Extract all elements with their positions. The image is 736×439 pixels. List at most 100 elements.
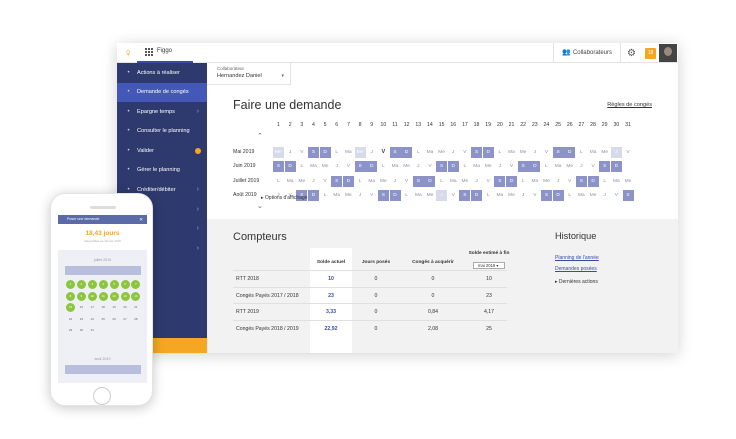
- phone-day[interactable]: 8: [66, 291, 75, 301]
- day-cell[interactable]: L: [273, 176, 284, 187]
- day-cell[interactable]: S: [436, 161, 448, 173]
- day-cell[interactable]: D: [587, 175, 599, 187]
- day-cell[interactable]: J: [436, 190, 448, 202]
- day-cell[interactable]: S: [540, 190, 552, 202]
- day-cell[interactable]: V: [564, 176, 575, 187]
- day-cell[interactable]: Me: [564, 161, 575, 172]
- day-cell[interactable]: D: [401, 146, 413, 158]
- day-cell[interactable]: Ma: [343, 147, 354, 158]
- phone-day[interactable]: 15: [66, 303, 75, 312]
- phone-day[interactable]: 23: [77, 315, 86, 324]
- day-cell[interactable]: J: [448, 147, 459, 158]
- sidebar-item[interactable]: • Actions à réaliser: [117, 63, 207, 83]
- cell-solde[interactable]: 3,33: [310, 309, 352, 315]
- day-cell[interactable]: J: [355, 190, 366, 201]
- phone-day[interactable]: 3: [87, 280, 97, 289]
- day-cell[interactable]: S: [471, 146, 483, 158]
- day-cell[interactable]: Me: [518, 147, 529, 158]
- day-cell[interactable]: S: [389, 146, 401, 158]
- home-button[interactable]: [93, 387, 111, 405]
- day-cell[interactable]: S: [354, 161, 366, 173]
- day-cell[interactable]: D: [482, 146, 494, 158]
- day-cell[interactable]: Ma: [366, 176, 377, 187]
- day-cell[interactable]: J: [576, 161, 587, 172]
- day-cell[interactable]: J: [471, 176, 482, 187]
- day-cell[interactable]: V: [483, 176, 494, 187]
- day-cell[interactable]: V: [320, 176, 331, 187]
- day-cell[interactable]: V: [506, 161, 517, 172]
- day-cell[interactable]: V: [448, 190, 459, 201]
- day-cell[interactable]: D: [529, 161, 541, 173]
- day-cell[interactable]: Ma: [390, 161, 401, 172]
- phone-day[interactable]: 29: [66, 326, 75, 335]
- gear-icon[interactable]: ⚙: [620, 43, 642, 63]
- day-cell[interactable]: D: [307, 190, 319, 202]
- day-cell[interactable]: L: [320, 190, 331, 201]
- phone-day[interactable]: 28: [131, 315, 140, 324]
- day-cell[interactable]: Me: [273, 146, 284, 158]
- collaborator-select[interactable]: Collaborateur Hernandez Daniel ▾: [207, 63, 291, 85]
- day-cell[interactable]: J: [553, 176, 564, 187]
- day-cell[interactable]: S: [331, 175, 343, 187]
- day-cell[interactable]: L: [331, 147, 342, 158]
- day-cell[interactable]: Ma: [471, 161, 482, 172]
- day-cell[interactable]: Me: [436, 147, 447, 158]
- phone-day[interactable]: 9: [76, 291, 86, 301]
- day-cell[interactable]: J: [610, 146, 622, 158]
- sidebar-item[interactable]: • Consulter le planning: [117, 122, 207, 142]
- day-cell[interactable]: Ma: [308, 161, 319, 172]
- cell-solde[interactable]: 10: [310, 276, 352, 282]
- day-cell[interactable]: V: [343, 161, 354, 172]
- notification-badge[interactable]: 18: [645, 47, 656, 59]
- sidebar-item[interactable]: • Epargne temps ›: [117, 102, 207, 122]
- day-cell[interactable]: L: [576, 147, 587, 158]
- phone-day[interactable]: 6: [120, 280, 130, 289]
- day-cell[interactable]: L: [296, 161, 307, 172]
- day-cell[interactable]: L: [355, 176, 366, 187]
- day-cell[interactable]: Ma: [331, 190, 342, 201]
- day-cell[interactable]: V: [541, 147, 552, 158]
- day-cell[interactable]: Ma: [285, 176, 296, 187]
- day-cell[interactable]: Me: [506, 190, 517, 201]
- phone-day[interactable]: 25: [99, 315, 108, 324]
- chevron-up-icon[interactable]: ⌃: [257, 132, 263, 140]
- figgo-logo[interactable]: ♀: [122, 46, 134, 60]
- day-cell[interactable]: S: [494, 175, 506, 187]
- day-cell[interactable]: Me: [588, 190, 599, 201]
- day-cell[interactable]: Ma: [448, 176, 459, 187]
- day-cell[interactable]: Me: [541, 176, 552, 187]
- avatar[interactable]: [659, 44, 677, 62]
- day-cell[interactable]: S: [377, 190, 389, 202]
- day-cell[interactable]: Me: [320, 161, 331, 172]
- phone-day[interactable]: 22: [66, 315, 75, 324]
- day-cell[interactable]: L: [413, 147, 424, 158]
- collaborateurs-button[interactable]: 👥 Collaborateurs: [552, 43, 620, 63]
- phone-day[interactable]: 14: [131, 291, 141, 301]
- day-cell[interactable]: L: [436, 176, 447, 187]
- day-cell[interactable]: V: [378, 147, 389, 158]
- phone-day[interactable]: 20: [121, 303, 130, 312]
- dernieres-actions-toggle[interactable]: ▸ Dernières actions: [555, 279, 598, 285]
- phone-day[interactable]: 21: [131, 303, 140, 312]
- phone-day[interactable]: 1: [66, 280, 75, 289]
- day-cell[interactable]: Me: [401, 161, 412, 172]
- day-cell[interactable]: V: [296, 147, 307, 158]
- day-cell[interactable]: D: [564, 146, 576, 158]
- phone-day[interactable]: 16: [77, 303, 86, 312]
- day-cell[interactable]: D: [319, 146, 331, 158]
- phone-day[interactable]: 2: [76, 280, 86, 289]
- day-cell[interactable]: V: [588, 161, 599, 172]
- day-cell[interactable]: Me: [483, 161, 494, 172]
- day-cell[interactable]: J: [308, 176, 319, 187]
- regles-conges-link[interactable]: Règles de congés: [607, 102, 652, 108]
- day-cell[interactable]: Ma: [494, 190, 505, 201]
- day-cell[interactable]: J: [413, 161, 424, 172]
- phone-day[interactable]: 5: [109, 280, 119, 289]
- day-cell[interactable]: V: [366, 190, 377, 201]
- chevron-down-icon[interactable]: ⌄: [257, 202, 263, 210]
- year-select[interactable]: mai 2019 ▾: [473, 262, 505, 269]
- day-cell[interactable]: D: [471, 190, 483, 202]
- day-cell[interactable]: V: [611, 190, 622, 201]
- day-cell[interactable]: Me: [599, 147, 610, 158]
- day-cell[interactable]: Ma: [611, 176, 622, 187]
